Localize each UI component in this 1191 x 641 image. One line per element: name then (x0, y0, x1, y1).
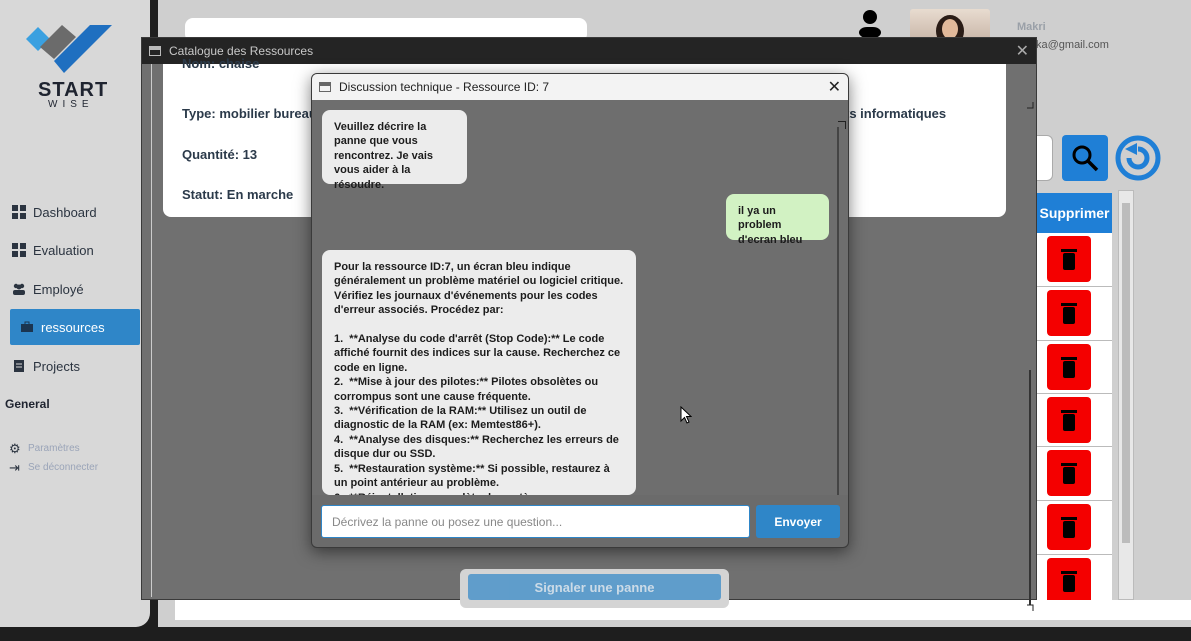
delete-button[interactable] (1047, 397, 1091, 443)
delete-button[interactable] (1047, 558, 1091, 604)
window-icon (149, 46, 161, 56)
settings-link[interactable]: ⚙ Paramètres (9, 442, 80, 455)
bot-message: Veuillez décrire la panne que vous renco… (322, 110, 467, 191)
resource-quantity: Quantité: 13 (182, 147, 258, 162)
section-general-heading: General (5, 397, 50, 411)
logout-icon: ⇥ (9, 460, 20, 475)
user-name: Makri (1017, 21, 1046, 33)
delete-button[interactable] (1047, 504, 1091, 550)
logo-text-wise: WISE (48, 99, 94, 110)
sidebar-item-dashboard[interactable]: Dashboard (10, 194, 140, 230)
row-divider (1037, 393, 1112, 394)
briefcase-icon (21, 321, 33, 332)
chat-scrollbar[interactable] (837, 127, 839, 495)
delete-button[interactable] (1047, 450, 1091, 496)
sidebar-item-label: Evaluation (33, 242, 94, 258)
sidebar-item-label: ressources (41, 319, 105, 335)
app-sidebar: START WISE Dashboard Evaluation Employé … (0, 0, 150, 627)
user-icon (859, 10, 881, 38)
row-divider (1037, 554, 1112, 555)
window-icon (319, 82, 331, 92)
send-button[interactable]: Envoyer (756, 505, 840, 538)
chat-input[interactable]: Décrivez la panne ou posez une question.… (321, 505, 750, 538)
row-divider (1037, 446, 1112, 447)
sidebar-item-evaluation[interactable]: Evaluation (10, 232, 140, 268)
users-icon (13, 283, 25, 295)
chat-message-list[interactable]: Veuillez décrire la panne que vous renco… (312, 100, 848, 495)
logout-link[interactable]: ⇥ Se déconnecter (9, 461, 98, 474)
mouse-cursor-icon (680, 406, 692, 424)
row-divider (1037, 500, 1112, 501)
catalogue-titlebar[interactable]: Catalogue des Ressources ✕ (142, 38, 1036, 64)
sidebar-item-label: Dashboard (33, 204, 97, 220)
delete-button[interactable] (1047, 236, 1091, 282)
report-button-wrapper: Signaler une panne (460, 569, 729, 608)
catalogue-scrollbar[interactable] (1025, 100, 1039, 612)
chat-dialog: Discussion technique - Ressource ID: 7 ✕… (311, 73, 849, 548)
grid-icon (12, 243, 26, 257)
trash-icon (1061, 571, 1077, 592)
chat-titlebar[interactable]: Discussion technique - Ressource ID: 7 ✕ (312, 74, 848, 100)
trash-icon (1061, 517, 1077, 538)
trash-icon (1061, 463, 1077, 484)
scrollbar-top-marker (838, 121, 846, 129)
gear-icon: ⚙ (9, 441, 21, 456)
document-icon (14, 360, 24, 372)
sidebar-item-projects[interactable]: Projects (10, 348, 140, 384)
report-issue-button[interactable]: Signaler une panne (468, 574, 721, 600)
sidebar-item-label: Employé (33, 281, 84, 297)
settings-label: Paramètres (28, 443, 80, 454)
sidebar-item-employe[interactable]: Employé (10, 271, 140, 307)
user-message: il ya un problem d'ecran bleu (726, 194, 829, 246)
trash-icon (1061, 249, 1077, 270)
trash-icon (1061, 410, 1077, 431)
search-button[interactable] (1062, 135, 1108, 181)
delete-button[interactable] (1047, 344, 1091, 390)
refresh-icon[interactable] (1115, 135, 1161, 181)
resource-name: Nom: chaise (182, 56, 260, 71)
scrollbar-thumb[interactable] (1122, 203, 1130, 543)
trash-icon (1061, 357, 1077, 378)
row-divider (1037, 340, 1112, 341)
close-icon[interactable]: ✕ (1016, 41, 1029, 61)
resource-status: Statut: En marche (182, 187, 294, 202)
trash-icon (1061, 303, 1077, 324)
resource-category-fragment: ts informatiques (845, 106, 947, 121)
logout-label: Se déconnecter (28, 462, 99, 473)
sidebar-item-label: Projects (33, 358, 80, 374)
chat-title: Discussion technique - Ressource ID: 7 (339, 80, 550, 94)
search-icon (1072, 145, 1099, 172)
bot-message: Pour la ressource ID:7, un écran bleu in… (322, 250, 636, 495)
close-icon[interactable]: ✕ (828, 77, 841, 97)
sidebar-item-ressources[interactable]: ressources (10, 309, 140, 345)
table-scrollbar[interactable] (1118, 190, 1134, 600)
delete-button[interactable] (1047, 290, 1091, 336)
row-divider (1037, 286, 1112, 287)
column-header-supprimer: Supprimer (1037, 193, 1112, 233)
resource-type: Type: mobilier bureauti (182, 106, 325, 121)
user-email: ka@gmail.com (1036, 39, 1109, 51)
grid-icon (12, 205, 26, 219)
